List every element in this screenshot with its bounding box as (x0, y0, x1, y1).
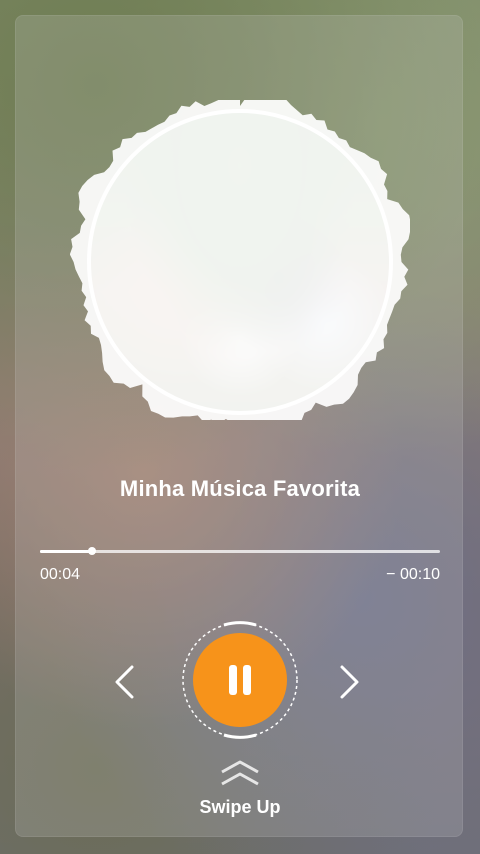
elapsed-time: 00:04 (40, 566, 81, 583)
waveform-ring-icon (70, 100, 410, 420)
progress-fill (40, 550, 92, 553)
track-title: Minha Música Favorita (119, 476, 361, 501)
swipe-up-label[interactable]: Swipe Up (0, 797, 480, 818)
album-cover-frame (70, 100, 410, 420)
pause-icon (229, 665, 251, 695)
chevron-left-icon (115, 665, 134, 699)
remaining-time: − 00:10 (386, 566, 440, 583)
pause-button[interactable] (193, 633, 287, 727)
double-chevron-up-icon[interactable] (218, 758, 262, 788)
progress-thumb[interactable] (88, 547, 96, 555)
chevron-right-icon (340, 665, 359, 699)
next-button[interactable] (330, 660, 370, 704)
progress-bar[interactable] (40, 547, 440, 555)
previous-button[interactable] (104, 660, 144, 704)
